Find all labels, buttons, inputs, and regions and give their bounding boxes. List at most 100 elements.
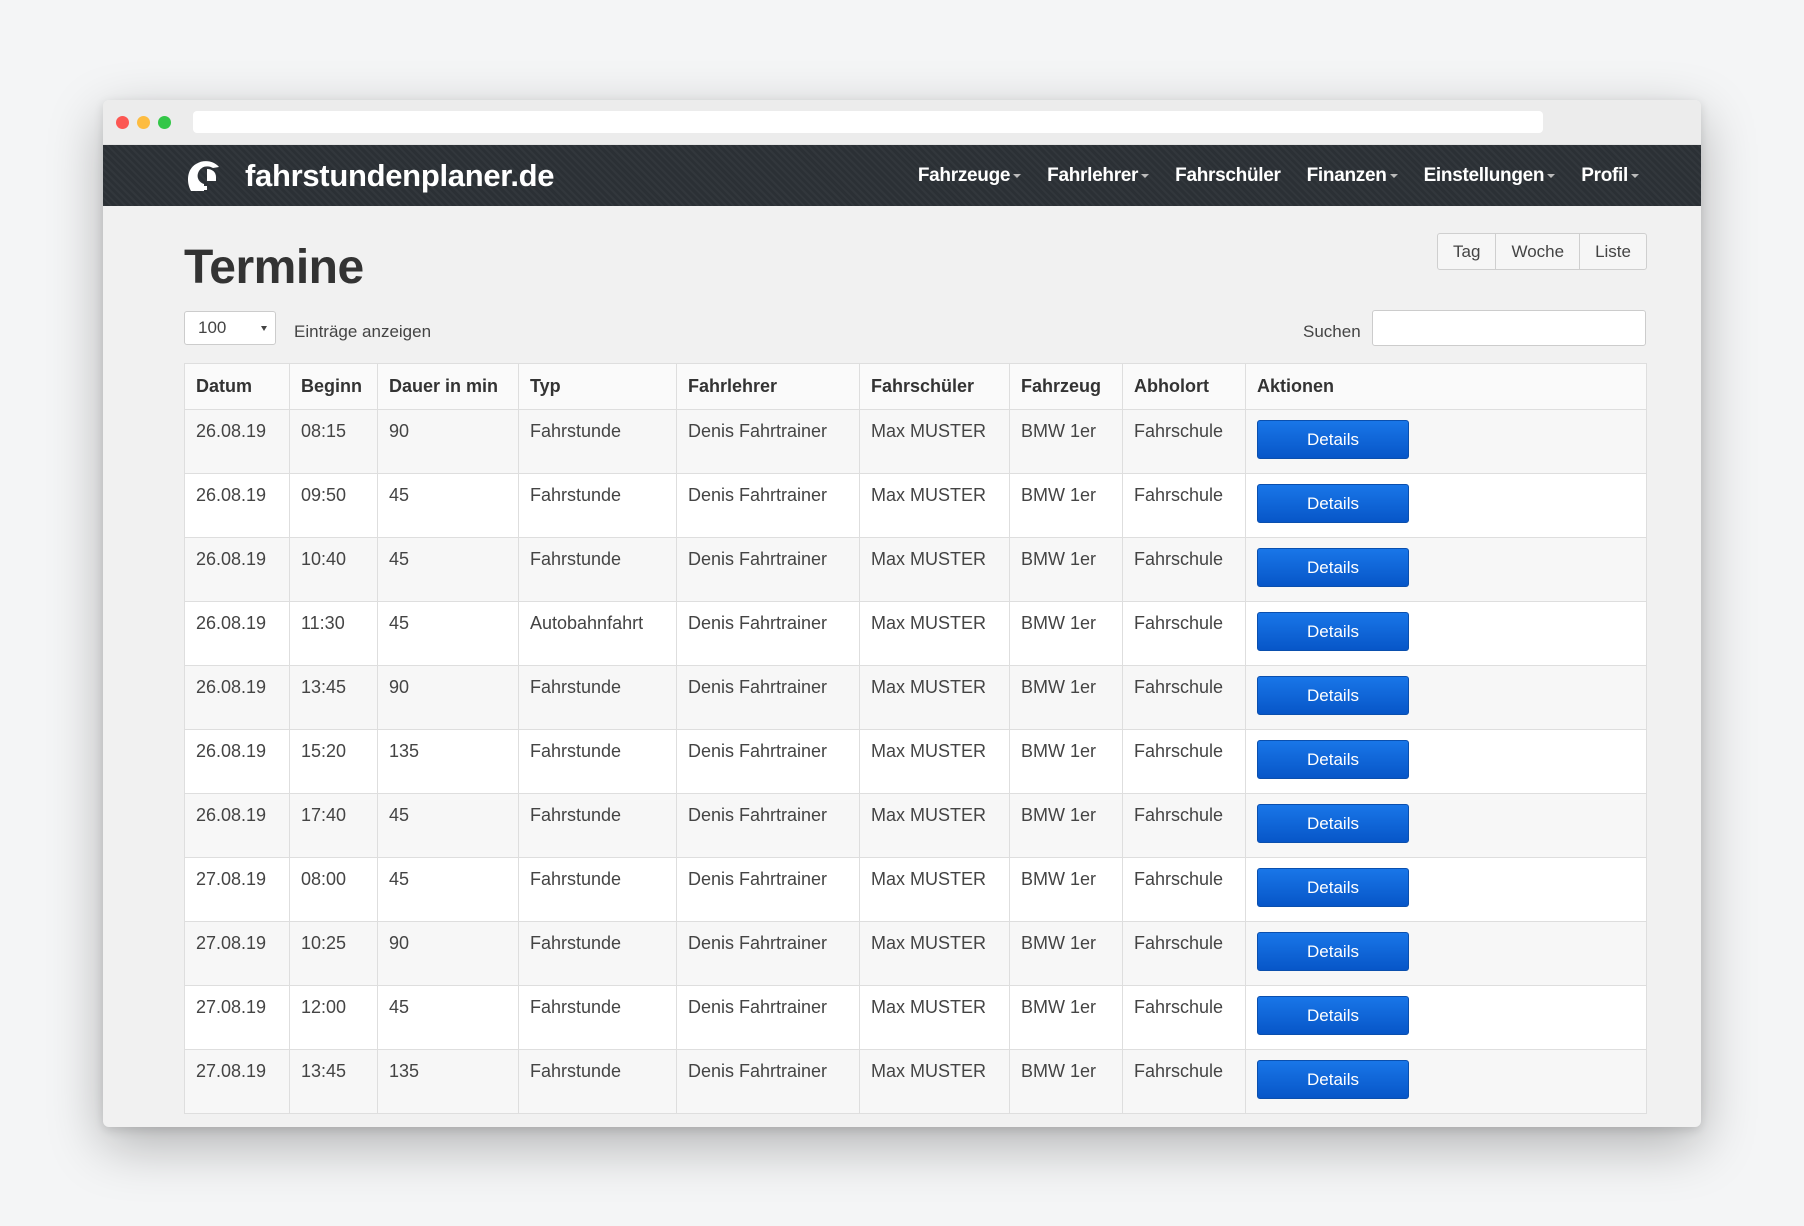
cell-aktionen: Details: [1245, 409, 1647, 474]
cell-typ: Fahrstunde: [518, 473, 677, 538]
table-row: 27.08.19 12:00 45 Fahrstunde Denis Fahrtrain…: [184, 985, 1647, 1050]
cell-typ: Fahrstunde: [518, 409, 677, 474]
nav-fahrschueler[interactable]: Fahrschüler: [1175, 164, 1281, 187]
cell-fahrzeug: BMW 1er: [1009, 985, 1123, 1050]
details-button[interactable]: Details: [1257, 868, 1409, 907]
column-header-fahrschueler[interactable]: Fahrschüler: [859, 363, 1010, 410]
view-week-button[interactable]: Woche: [1495, 234, 1579, 269]
cell-dauer-in-min: 90: [377, 665, 519, 730]
chevron-down-icon: [261, 326, 267, 331]
table-row: 26.08.19 17:40 45 Fahrstunde Denis Fahrtrain…: [184, 793, 1647, 858]
details-button[interactable]: Details: [1257, 932, 1409, 971]
details-button[interactable]: Details: [1257, 484, 1409, 523]
cell-fahrschueler: Max MUSTER: [859, 665, 1010, 730]
column-header-datum[interactable]: Datum: [184, 363, 290, 410]
cell-fahrzeug: BMW 1er: [1009, 729, 1123, 794]
details-button[interactable]: Details: [1257, 612, 1409, 651]
column-header-fahrlehrer[interactable]: Fahrlehrer: [676, 363, 860, 410]
view-day-button[interactable]: Tag: [1438, 234, 1495, 269]
cell-abholort: Fahrschule: [1122, 793, 1246, 858]
cell-beginn: 08:15: [289, 409, 378, 474]
address-bar[interactable]: [193, 111, 1543, 133]
view-list-button[interactable]: Liste: [1579, 234, 1646, 269]
cell-typ: Fahrstunde: [518, 857, 677, 922]
cell-datum: 27.08.19: [184, 857, 290, 922]
details-button[interactable]: Details: [1257, 740, 1409, 779]
nav-fahrzeuge[interactable]: Fahrzeuge: [917, 164, 1022, 187]
cell-abholort: Fahrschule: [1122, 729, 1246, 794]
cell-abholort: Fahrschule: [1122, 921, 1246, 986]
search-input[interactable]: [1372, 310, 1646, 346]
cell-beginn: 08:00: [289, 857, 378, 922]
cell-dauer-in-min: 135: [377, 729, 519, 794]
cell-fahrschueler: Max MUSTER: [859, 537, 1010, 602]
cell-aktionen: Details: [1245, 601, 1647, 666]
cell-fahrschueler: Max MUSTER: [859, 1049, 1010, 1114]
cell-typ: Fahrstunde: [518, 1049, 677, 1114]
cell-dauer-in-min: 45: [377, 473, 519, 538]
column-header-dauer-in-min[interactable]: Dauer in min: [377, 363, 519, 410]
cell-fahrlehrer: Denis Fahrtrainer: [676, 793, 860, 858]
cell-datum: 26.08.19: [184, 409, 290, 474]
nav-label: Fahrzeuge: [917, 164, 1011, 186]
details-button[interactable]: Details: [1257, 996, 1409, 1035]
nav-label: Fahrschüler: [1175, 164, 1281, 186]
details-button[interactable]: Details: [1257, 676, 1409, 715]
cell-abholort: Fahrschule: [1122, 665, 1246, 730]
cell-fahrzeug: BMW 1er: [1009, 537, 1123, 602]
cell-beginn: 09:50: [289, 473, 378, 538]
nav-label: Profil: [1581, 164, 1628, 186]
column-header-beginn[interactable]: Beginn: [289, 363, 378, 410]
nav-profil[interactable]: Profil: [1581, 165, 1639, 187]
entries-per-page-select[interactable]: 100: [184, 311, 276, 345]
column-header-abholort[interactable]: Abholort: [1122, 363, 1246, 410]
cell-fahrzeug: BMW 1er: [1009, 473, 1123, 538]
cell-aktionen: Details: [1245, 1049, 1647, 1114]
column-header-aktionen[interactable]: Aktionen: [1245, 363, 1647, 410]
details-button[interactable]: Details: [1257, 548, 1409, 587]
appointments-table: Datum Beginn Dauer in min Typ Fahrlehrer Fahr…: [184, 363, 1647, 1114]
cell-fahrlehrer: Denis Fahrtrainer: [676, 409, 860, 474]
nav-finanzen[interactable]: Finanzen: [1307, 165, 1398, 187]
table-row: 27.08.19 08:00 45 Fahrstunde Denis Fahrtrain…: [184, 857, 1647, 922]
view-switcher: Tag Woche Liste: [1437, 233, 1647, 270]
cell-typ: Autobahnfahrt: [518, 601, 677, 666]
minimize-window-icon[interactable]: [137, 116, 150, 129]
cell-datum: 27.08.19: [184, 985, 290, 1050]
cell-dauer-in-min: 135: [377, 1049, 519, 1114]
brand[interactable]: fahrstundenplaner.de: [183, 156, 555, 196]
cell-abholort: Fahrschule: [1122, 601, 1246, 666]
cell-dauer-in-min: 90: [377, 921, 519, 986]
cell-aktionen: Details: [1245, 985, 1647, 1050]
cell-fahrlehrer: Denis Fahrtrainer: [676, 473, 860, 538]
cell-abholort: Fahrschule: [1122, 473, 1246, 538]
maximize-window-icon[interactable]: [158, 116, 171, 129]
close-window-icon[interactable]: [116, 116, 129, 129]
page-title: Termine: [184, 241, 364, 294]
cell-datum: 26.08.19: [184, 665, 290, 730]
cell-fahrlehrer: Denis Fahrtrainer: [676, 1049, 860, 1114]
nav-einstellungen[interactable]: Einstellungen: [1424, 165, 1556, 187]
search-label: Suchen: [1303, 322, 1361, 341]
details-button[interactable]: Details: [1257, 1060, 1409, 1099]
cell-typ: Fahrstunde: [518, 921, 677, 986]
cell-dauer-in-min: 90: [377, 409, 519, 474]
caret-down-icon: [1141, 173, 1150, 178]
cell-abholort: Fahrschule: [1122, 537, 1246, 602]
helmet-logo-icon: [188, 161, 219, 191]
details-button[interactable]: Details: [1257, 804, 1409, 843]
nav-fahrlehrer[interactable]: Fahrlehrer: [1047, 165, 1150, 187]
cell-fahrschueler: Max MUSTER: [859, 409, 1010, 474]
cell-fahrlehrer: Denis Fahrtrainer: [676, 601, 860, 666]
cell-fahrschueler: Max MUSTER: [859, 921, 1010, 986]
table-row: 26.08.19 08:15 90 Fahrstunde Denis Fahrtrain…: [184, 409, 1647, 474]
column-header-typ[interactable]: Typ: [518, 363, 677, 410]
table-row: 26.08.19 11:30 45 Autobahnfahrt Denis Fahrtr…: [184, 601, 1647, 666]
cell-beginn: 13:45: [289, 665, 378, 730]
table-row: 26.08.19 13:45 90 Fahrstunde Denis Fahrtrain…: [184, 665, 1647, 730]
column-header-fahrzeug[interactable]: Fahrzeug: [1009, 363, 1123, 410]
table-row: 27.08.19 13:45 135 Fahrstunde Denis Fahrtrai…: [184, 1049, 1647, 1114]
cell-dauer-in-min: 45: [377, 793, 519, 858]
details-button[interactable]: Details: [1257, 420, 1409, 459]
caret-down-icon: [1013, 173, 1022, 178]
